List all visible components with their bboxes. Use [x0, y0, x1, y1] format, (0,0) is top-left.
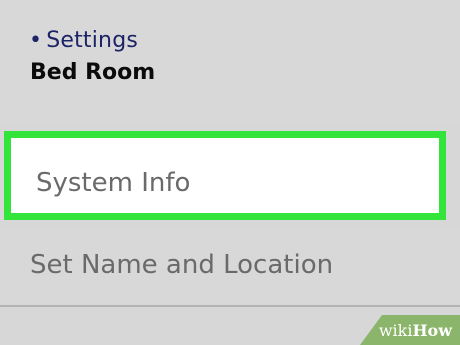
- watermark-wiki: wiki: [378, 321, 413, 340]
- watermark-text: wikiHow: [379, 321, 452, 340]
- watermark-how: How: [412, 321, 452, 340]
- menu-item-set-name-location[interactable]: Set Name and Location: [0, 226, 460, 308]
- menu-item-label: System Info: [36, 168, 191, 198]
- divider: [0, 305, 460, 307]
- wikihow-watermark: wikiHow: [360, 315, 460, 345]
- breadcrumb-bullet: •: [29, 28, 43, 53]
- page-title: Bed Room: [30, 60, 156, 85]
- breadcrumb-settings[interactable]: • Settings: [29, 28, 138, 53]
- menu-item-label: Set Name and Location: [30, 250, 334, 280]
- breadcrumb-label: Settings: [46, 28, 139, 53]
- menu-item-system-info[interactable]: System Info: [4, 131, 446, 220]
- header: • Settings Bed Room: [0, 0, 460, 126]
